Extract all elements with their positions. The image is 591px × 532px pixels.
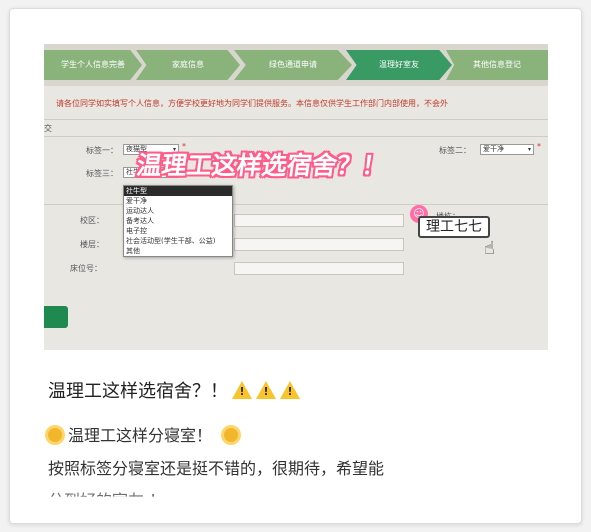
post-line: 温理工这样分寝室！ [48, 422, 244, 446]
watermark-sticker: 理工七七 [418, 216, 490, 238]
post-title: 温理工这样选宿舍？！ [48, 377, 300, 403]
step-family-info: 家庭信息 [136, 50, 240, 80]
dropdown-option[interactable]: 社牛型 [124, 186, 232, 196]
section-label: 交 [44, 124, 52, 133]
next-button[interactable] [44, 306, 68, 328]
required-mark: * [537, 142, 541, 151]
warning-icon [232, 381, 252, 399]
bed-label: 床位号： [70, 264, 102, 273]
dropdown-option[interactable]: 备考达人 [124, 216, 232, 226]
warning-icon [280, 381, 300, 399]
dropdown-option[interactable]: 其他 [124, 246, 232, 256]
floor-field[interactable] [234, 238, 404, 251]
tag-dropdown-list: 社牛型 爱干净 运动达人 备考达人 电子控 社会活动型(学生干部、公益) 其他 [123, 185, 233, 257]
tag3-label: 标签三： [86, 169, 118, 178]
step-personal-info: 学生个人信息完善 [44, 50, 142, 80]
step-green-channel: 绿色通道申请 [234, 50, 352, 80]
tag1-label: 标签一： [86, 146, 118, 155]
post-photo: 学生个人信息完善 家庭信息 绿色通道申请 温理好室友 其他信息登记 请各位同学如… [44, 44, 548, 350]
notice-text: 请各位同学如实填写个人信息，方便学校更好地为同学们提供服务。本信息仅供学生工作部… [56, 99, 448, 108]
post-title-text: 温理工这样选宿舍？！ [48, 381, 228, 402]
divider [44, 119, 548, 120]
post-line-text: 温理工这样分寝室！ [68, 426, 213, 445]
floor-label: 楼层： [80, 240, 104, 249]
chevron-down-icon: ▾ [527, 146, 531, 153]
tag2-select-value: 爱干净 [483, 145, 504, 153]
bed-field[interactable] [234, 262, 404, 275]
dropdown-option[interactable]: 电子控 [124, 226, 232, 236]
step-roommate: 温理好室友 [346, 50, 452, 80]
dropdown-option[interactable]: 运动达人 [124, 206, 232, 216]
campus-label: 校区： [80, 216, 104, 225]
overlay-title: 温理工这样选宿舍？！ [134, 151, 389, 180]
campus-field[interactable] [234, 214, 404, 227]
divider [44, 204, 548, 205]
step-other-info: 其他信息登记 [446, 50, 548, 80]
sunflower-icon [224, 428, 239, 442]
sunflower-icon [48, 428, 62, 442]
progress-steps: 学生个人信息完善 家庭信息 绿色通道申请 温理好室友 其他信息登记 [44, 44, 548, 86]
pointer-hand-icon: ☝ [484, 238, 495, 259]
divider [44, 136, 548, 137]
post-line-truncated: 分到好的室友 ！ [48, 491, 166, 510]
post-line: 按照标签分寝室还是挺不错的，很期待，希望能 [48, 459, 385, 478]
post-card: 学生个人信息完善 家庭信息 绿色通道申请 温理好室友 其他信息登记 请各位同学如… [9, 8, 582, 524]
tag2-label: 标签二： [439, 146, 471, 155]
dropdown-option[interactable]: 社会活动型(学生干部、公益) [124, 236, 232, 246]
tag2-select[interactable]: 爱干净 ▾ [480, 144, 534, 155]
dropdown-option[interactable]: 爱干净 [124, 196, 232, 206]
warning-icon [256, 381, 276, 399]
